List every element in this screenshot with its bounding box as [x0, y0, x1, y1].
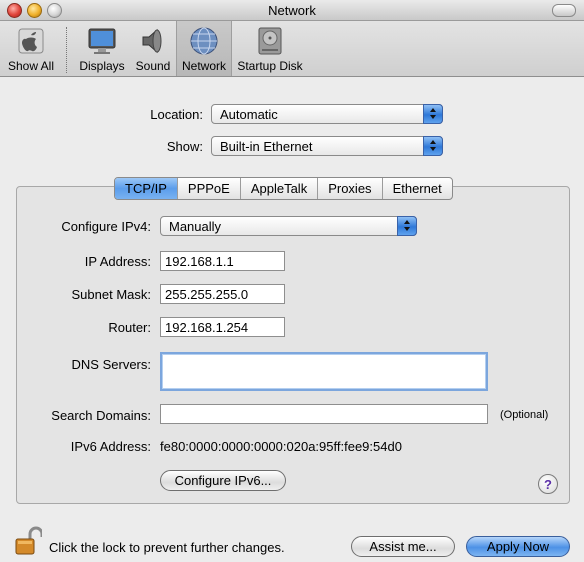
dns-servers-label: DNS Servers: [71, 357, 151, 372]
configure-ipv4-label: Configure IPv4: [61, 219, 151, 234]
show-all-icon [18, 28, 44, 54]
lock-icon[interactable] [14, 526, 42, 556]
subnet-mask-field[interactable]: 255.255.255.0 [160, 284, 285, 304]
tab-tcpip[interactable]: TCP/IP [115, 178, 177, 199]
toolbar-separator [66, 27, 67, 73]
toolbar-toggle-button[interactable] [552, 4, 576, 17]
toolbar-label: Sound [135, 59, 171, 73]
lock-text: Click the lock to prevent further change… [49, 540, 285, 555]
window-title: Network [268, 3, 316, 18]
router-label: Router: [108, 320, 151, 335]
show-label: Show: [166, 139, 203, 154]
configure-ipv4-popup[interactable]: Manually [160, 216, 417, 236]
toolbar-network[interactable]: Network [176, 21, 232, 76]
toolbar-startup-disk[interactable]: Startup Disk [234, 21, 306, 76]
show-popup[interactable]: Built-in Ethernet [211, 136, 443, 156]
tab-bar: TCP/IP PPPoE AppleTalk Proxies Ethernet [114, 177, 453, 200]
optional-note: (Optional) [500, 409, 549, 421]
dns-servers-field[interactable] [160, 352, 488, 391]
toolbar-label: Show All [7, 59, 55, 73]
toolbar-show-all[interactable]: Show All [0, 21, 62, 76]
tab-appletalk[interactable]: AppleTalk [239, 178, 317, 199]
hard-disk-icon [258, 27, 282, 55]
search-domains-label: Search Domains: [51, 408, 151, 423]
apply-now-button[interactable]: Apply Now [466, 536, 570, 557]
popup-arrows-icon [423, 136, 443, 156]
toolbar-label: Startup Disk [237, 59, 303, 73]
location-label: Location: [150, 107, 203, 122]
ip-address-label: IP Address: [84, 254, 151, 269]
toolbar-sound[interactable]: Sound [132, 21, 174, 76]
popup-arrows-icon [423, 104, 443, 124]
assist-me-button[interactable]: Assist me... [351, 536, 455, 557]
title-bar: Network [0, 0, 584, 21]
toolbar-displays[interactable]: Displays [76, 21, 128, 76]
ip-address-field[interactable]: 192.168.1.1 [160, 251, 285, 271]
help-button[interactable]: ? [538, 474, 558, 494]
display-icon [88, 28, 116, 54]
configure-ipv4-value: Manually [169, 219, 222, 234]
location-popup[interactable]: Automatic [211, 104, 443, 124]
toolbar-label: Network [181, 59, 226, 73]
show-value: Built-in Ethernet [220, 139, 313, 154]
toolbar-label: Displays [79, 59, 125, 73]
speaker-icon [142, 28, 162, 54]
network-globe-icon [190, 27, 218, 55]
tab-proxies[interactable]: Proxies [317, 178, 381, 199]
toolbar: Show All Displays Sound Network Startup … [0, 21, 584, 77]
tab-ethernet[interactable]: Ethernet [381, 178, 452, 199]
ipv6-address-value: fe80:0000:0000:0000:020a:95ff:fee9:54d0 [160, 439, 402, 454]
popup-arrows-icon [397, 216, 417, 236]
location-value: Automatic [220, 107, 278, 122]
configure-ipv6-button[interactable]: Configure IPv6... [160, 470, 286, 491]
router-field[interactable]: 192.168.1.254 [160, 317, 285, 337]
tab-pppoe[interactable]: PPPoE [176, 178, 240, 199]
search-domains-field[interactable] [160, 404, 488, 424]
ipv6-address-label: IPv6 Address: [70, 439, 151, 454]
subnet-mask-label: Subnet Mask: [71, 287, 152, 302]
